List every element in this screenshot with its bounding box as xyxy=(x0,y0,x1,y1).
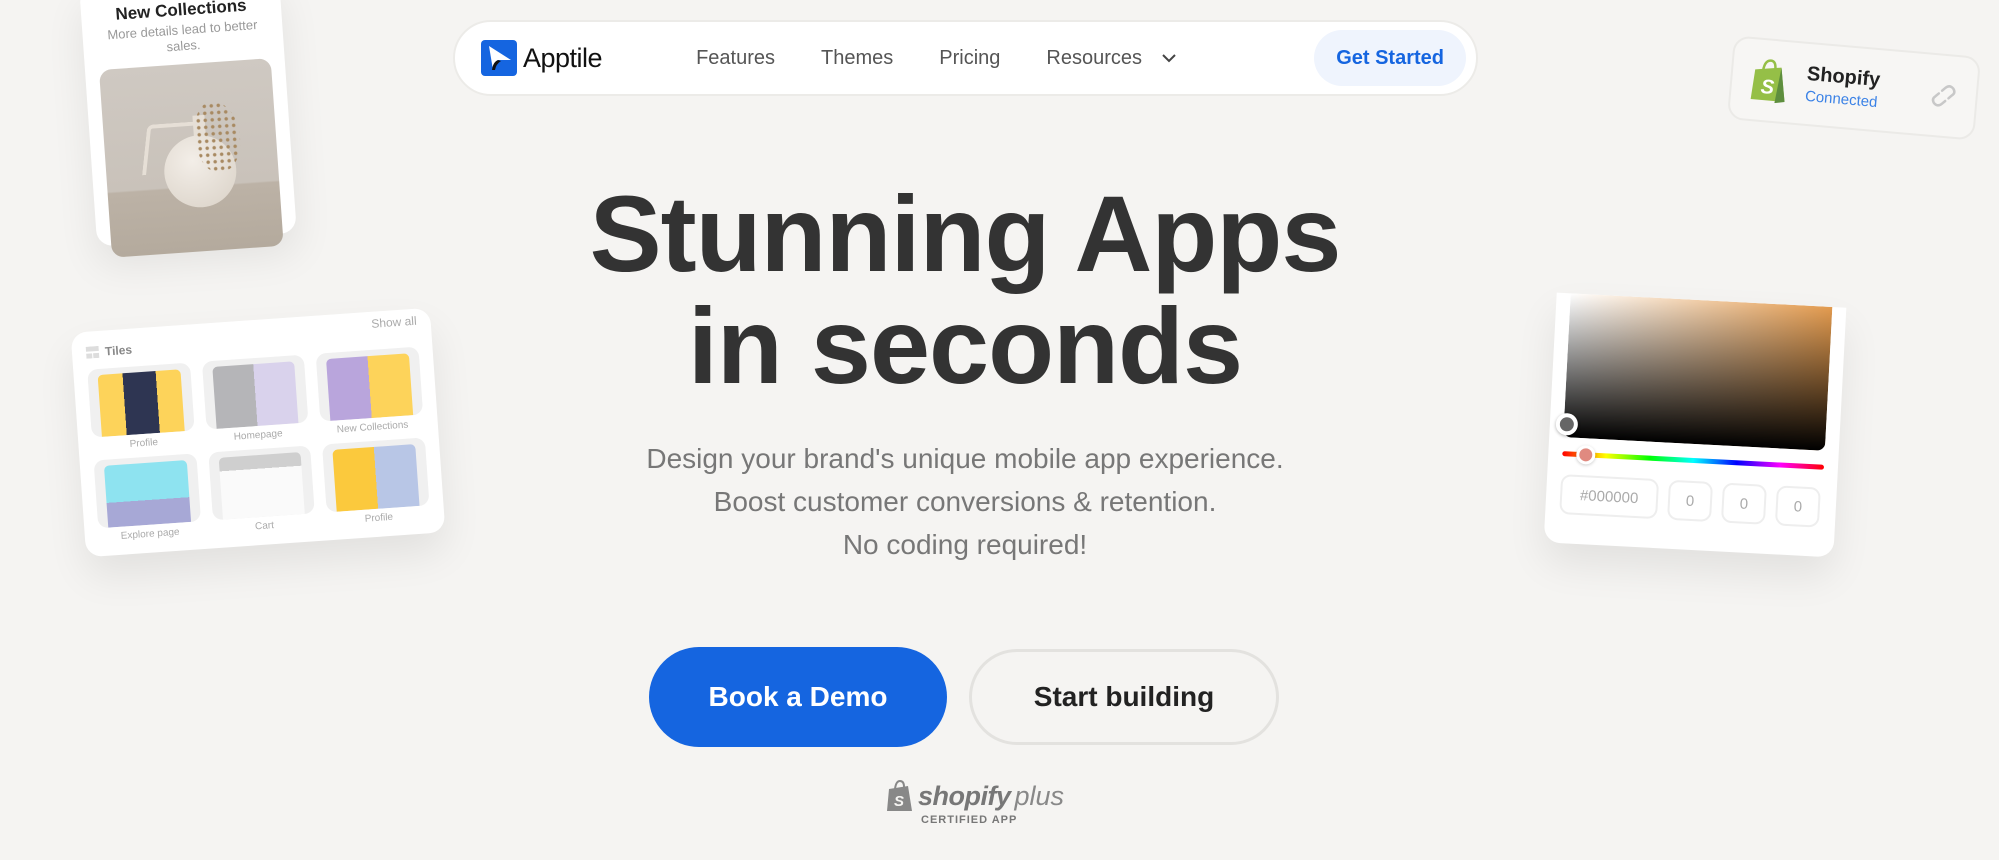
hero-title: Stunning Apps in seconds xyxy=(0,178,1930,402)
nav-links: Features Themes Pricing Resources xyxy=(696,47,1178,70)
svg-text:S: S xyxy=(1760,76,1776,99)
hero-title-line-2: in seconds xyxy=(687,285,1243,406)
shopify-bag-icon: S xyxy=(887,780,912,811)
shopify-connected-card: S Shopify Connected xyxy=(1726,35,1982,141)
subtitle-line-3: No coding required! xyxy=(842,529,1088,560)
brand-logo[interactable]: Apptile xyxy=(481,40,603,76)
apptile-logo-icon xyxy=(481,40,517,76)
brand-name: Apptile xyxy=(523,42,603,73)
book-demo-button[interactable]: Book a Demo xyxy=(649,647,947,747)
chevron-down-icon[interactable] xyxy=(1160,49,1178,67)
nav-link-features[interactable]: Features xyxy=(696,47,775,70)
badge-certified-label: CERTIFIED APP xyxy=(921,814,1018,826)
navbar: Apptile Features Themes Pricing Resource… xyxy=(453,20,1478,96)
subtitle-line-2: Boost customer conversions & retention. xyxy=(713,486,1217,517)
tile-label: New Collections xyxy=(336,419,409,436)
subtitle-line-1: Design your brand's unique mobile app ex… xyxy=(646,443,1284,474)
badge-logo: S shopify plus xyxy=(886,780,1064,812)
shopify-text: Shopify Connected xyxy=(1804,63,1881,111)
nav-link-themes[interactable]: Themes xyxy=(821,47,893,70)
shopify-plus-badge: S shopify plus CERTIFIED APP xyxy=(886,780,1064,826)
shopify-bag-icon: S xyxy=(1750,59,1785,104)
hero-subtitle: Design your brand's unique mobile app ex… xyxy=(0,437,1930,566)
unlink-icon[interactable] xyxy=(1928,81,1958,111)
nav-link-pricing[interactable]: Pricing xyxy=(939,47,1000,70)
saturation-handle[interactable] xyxy=(1555,412,1579,436)
badge-brand: shopify xyxy=(918,780,1011,811)
shopify-status: Connected xyxy=(1804,87,1879,112)
get-started-button[interactable]: Get Started xyxy=(1314,30,1466,86)
cta-row: Book a Demo Start building xyxy=(649,647,1279,747)
badge-plus: plus xyxy=(1014,780,1065,811)
shopify-name: Shopify xyxy=(1806,62,1882,92)
nav-link-resources[interactable]: Resources xyxy=(1046,47,1142,70)
svg-text:S: S xyxy=(894,793,904,810)
hero-title-line-1: Stunning Apps xyxy=(589,173,1342,294)
start-building-button[interactable]: Start building xyxy=(969,649,1279,745)
